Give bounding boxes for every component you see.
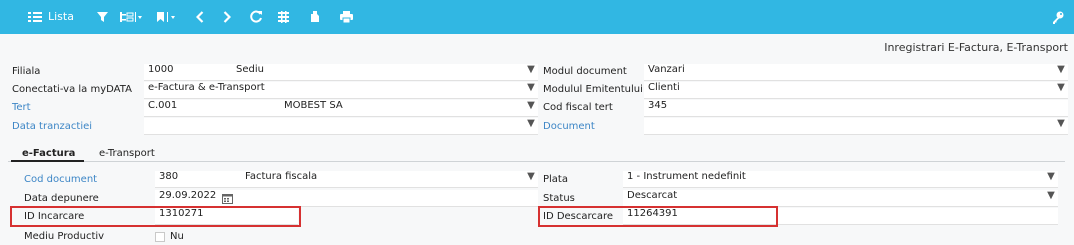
filiala-dropdown-icon[interactable]: ▼ <box>526 64 536 75</box>
plata-dropdown-icon[interactable]: ▼ <box>1046 171 1056 182</box>
modulul-emitentului-label: Modulul Emitentului <box>543 84 643 95</box>
cod-document-name: Factura fiscala <box>245 171 318 182</box>
filiala-code: 1000 <box>148 64 174 75</box>
cod-document-dropdown-icon[interactable]: ▼ <box>526 171 536 182</box>
modulul-emitentului-dropdown-icon[interactable]: ▼ <box>1056 82 1066 93</box>
document-label[interactable]: Document <box>543 121 595 132</box>
filiala-field[interactable]: 1000 Sediu ▼ <box>144 64 538 81</box>
mediu-productiv-checkbox[interactable] <box>155 232 165 242</box>
bookmark-icon <box>157 12 175 22</box>
document-dropdown-icon[interactable]: ▼ <box>1056 118 1066 129</box>
tab-e-transport[interactable]: e-Transport <box>99 148 155 159</box>
calendar-icon[interactable] <box>222 193 233 204</box>
conectati-field[interactable]: e-Factura & e-Transport ▼ <box>144 82 538 99</box>
plata-label: Plata <box>543 174 568 185</box>
toolbar: Lista <box>0 0 1074 34</box>
plata-field[interactable]: 1 - Instrument nedefinit ▼ <box>623 171 1058 188</box>
active-tab-indicator <box>11 160 84 162</box>
mediu-productiv-value: Nu <box>170 231 184 242</box>
modul-document-label: Modul document <box>543 66 627 77</box>
tab-e-factura[interactable]: e-Factura <box>22 148 75 159</box>
print-icon <box>340 11 353 23</box>
cod-fiscal-tert-field[interactable]: 345 <box>644 100 1068 117</box>
conectati-label: Conectati-va la myDATA <box>12 84 132 95</box>
print-button[interactable] <box>340 9 353 25</box>
modul-document-dropdown-icon[interactable]: ▼ <box>1056 64 1066 75</box>
id-descarcare-highlight <box>538 206 778 227</box>
tert-label[interactable]: Tert <box>12 102 31 113</box>
grid-icon <box>278 11 289 23</box>
filiala-name: Sediu <box>236 64 264 75</box>
prev-button[interactable] <box>196 9 204 25</box>
status-dropdown-icon[interactable]: ▼ <box>1046 190 1056 201</box>
prev-icon <box>196 11 204 23</box>
grid-button[interactable] <box>278 9 289 25</box>
data-tranzactiei-field[interactable]: ▼ <box>144 118 538 135</box>
filter-button[interactable] <box>97 9 108 25</box>
next-icon <box>223 11 231 23</box>
next-button[interactable] <box>223 9 231 25</box>
conectati-value: e-Factura & e-Transport <box>148 82 265 93</box>
data-depunere-label: Data depunere <box>24 193 99 204</box>
document-field[interactable]: ▼ <box>644 118 1068 135</box>
id-incarcare-highlight <box>10 206 301 227</box>
lista-button[interactable]: Lista <box>28 9 74 25</box>
tert-name: MOBEST SA <box>284 100 343 111</box>
data-depunere-field[interactable]: 29.09.2022 <box>155 190 538 207</box>
tert-dropdown-icon[interactable]: ▼ <box>526 100 536 111</box>
attach-icon <box>311 11 319 22</box>
attach-button[interactable] <box>310 9 320 25</box>
modulul-emitentului-field[interactable]: Clienti ▼ <box>644 82 1068 99</box>
key-icon <box>1053 11 1064 24</box>
cod-document-code: 380 <box>159 171 179 182</box>
cod-document-field[interactable]: 380 Factura fiscala ▼ <box>155 171 538 188</box>
data-tranzactiei-dropdown-icon[interactable]: ▼ <box>526 118 536 129</box>
cod-fiscal-tert-label: Cod fiscal tert <box>543 102 613 113</box>
list-icon <box>28 12 42 22</box>
conectati-dropdown-icon[interactable]: ▼ <box>526 82 536 93</box>
modulul-emitentului-value: Clienti <box>648 82 680 93</box>
filter-icon <box>97 12 108 22</box>
key-button[interactable] <box>1052 9 1064 25</box>
tab-bar: e-Factura e-Transport <box>8 147 1065 162</box>
refresh-icon <box>250 10 262 23</box>
cod-fiscal-tert-value: 345 <box>648 100 668 111</box>
data-depunere-value: 29.09.2022 <box>159 190 217 201</box>
status-value: Descarcat <box>627 190 678 201</box>
page-title: Inregistrari E-Factura, E-Transport <box>884 41 1068 54</box>
modul-document-field[interactable]: Vanzari ▼ <box>644 64 1068 81</box>
tree-view-button[interactable] <box>120 9 142 25</box>
status-field[interactable]: Descarcat ▼ <box>623 190 1058 207</box>
refresh-button[interactable] <box>249 9 263 25</box>
lista-label: Lista <box>48 10 74 23</box>
tert-code: C.001 <box>148 100 178 111</box>
tree-icon <box>120 12 142 22</box>
modul-document-value: Vanzari <box>648 64 685 75</box>
data-tranzactiei-label[interactable]: Data tranzactiei <box>12 121 92 132</box>
status-label: Status <box>543 193 575 204</box>
plata-value: 1 - Instrument nedefinit <box>627 171 746 182</box>
bookmark-button[interactable] <box>156 9 178 25</box>
tert-field[interactable]: C.001 MOBEST SA ▼ <box>144 100 538 117</box>
cod-document-label[interactable]: Cod document <box>24 174 97 185</box>
filiala-label: Filiala <box>12 66 41 77</box>
mediu-productiv-label: Mediu Productiv <box>24 231 105 242</box>
